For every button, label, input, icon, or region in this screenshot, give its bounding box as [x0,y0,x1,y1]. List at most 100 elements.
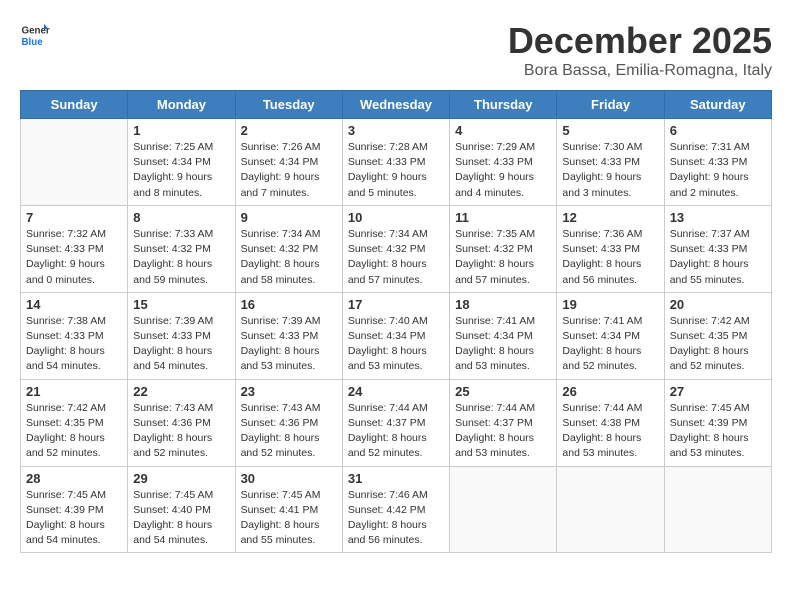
day-number: 1 [133,123,229,138]
calendar-week-row: 28 Sunrise: 7:45 AMSunset: 4:39 PMDayligh… [21,466,772,553]
calendar-cell: 19 Sunrise: 7:41 AMSunset: 4:34 PMDayligh… [557,292,664,379]
day-info: Sunrise: 7:30 AMSunset: 4:33 PMDaylight:… [562,140,658,201]
calendar-cell: 9 Sunrise: 7:34 AMSunset: 4:32 PMDaylight… [235,205,342,292]
calendar-cell [664,466,771,553]
day-info: Sunrise: 7:34 AMSunset: 4:32 PMDaylight:… [241,227,337,288]
day-info: Sunrise: 7:44 AMSunset: 4:38 PMDaylight:… [562,401,658,462]
calendar-header-row: SundayMondayTuesdayWednesdayThursdayFrid… [21,91,772,119]
subtitle: Bora Bassa, Emilia-Romagna, Italy [508,62,772,80]
calendar-cell: 8 Sunrise: 7:33 AMSunset: 4:32 PMDaylight… [128,205,235,292]
day-info: Sunrise: 7:45 AMSunset: 4:40 PMDaylight:… [133,488,229,549]
calendar-cell: 16 Sunrise: 7:39 AMSunset: 4:33 PMDayligh… [235,292,342,379]
day-info: Sunrise: 7:26 AMSunset: 4:34 PMDaylight:… [241,140,337,201]
day-info: Sunrise: 7:41 AMSunset: 4:34 PMDaylight:… [455,314,551,375]
calendar-cell: 15Sunrise: 7:39 AMSunset: 4:33 PMDayligh… [128,292,235,379]
day-number: 6 [670,123,766,138]
day-number: 25 [455,384,551,399]
day-number: 27 [670,384,766,399]
calendar-cell: 26Sunrise: 7:44 AMSunset: 4:38 PMDayligh… [557,379,664,466]
day-number: 23 [241,384,337,399]
day-number: 12 [562,210,658,225]
day-info: Sunrise: 7:42 AMSunset: 4:35 PMDaylight:… [670,314,766,375]
calendar-cell: 5Sunrise: 7:30 AMSunset: 4:33 PMDaylight… [557,119,664,206]
day-info: Sunrise: 7:43 AMSunset: 4:36 PMDaylight:… [133,401,229,462]
day-info: Sunrise: 7:33 AMSunset: 4:32 PMDaylight:… [133,227,229,288]
day-number: 14 [26,297,122,312]
day-info: Sunrise: 7:45 AMSunset: 4:41 PMDaylight:… [241,488,337,549]
calendar-day-header: Sunday [21,91,128,119]
day-info: Sunrise: 7:42 AMSunset: 4:35 PMDaylight:… [26,401,122,462]
calendar: SundayMondayTuesdayWednesdayThursdayFrid… [20,90,772,553]
calendar-cell: 29Sunrise: 7:45 AMSunset: 4:40 PMDayligh… [128,466,235,553]
day-number: 30 [241,471,337,486]
calendar-cell: 10Sunrise: 7:34 AMSunset: 4:32 PMDayligh… [342,205,449,292]
day-number: 16 [241,297,337,312]
header: General Blue December 2025 Bora Bassa, E… [20,20,772,80]
calendar-week-row: 21 Sunrise: 7:42 AMSunset: 4:35 PMDayligh… [21,379,772,466]
day-number: 28 [26,471,122,486]
calendar-cell: 23 Sunrise: 7:43 AMSunset: 4:36 PMDayligh… [235,379,342,466]
day-info: Sunrise: 7:36 AMSunset: 4:33 PMDaylight:… [562,227,658,288]
day-number: 24 [348,384,444,399]
calendar-cell: 22 Sunrise: 7:43 AMSunset: 4:36 PMDayligh… [128,379,235,466]
day-info: Sunrise: 7:32 AMSunset: 4:33 PMDaylight:… [26,227,122,288]
logo: General Blue [20,20,50,50]
calendar-cell: 2 Sunrise: 7:26 AMSunset: 4:34 PMDaylight… [235,119,342,206]
day-info: Sunrise: 7:43 AMSunset: 4:36 PMDaylight:… [241,401,337,462]
calendar-cell: 13 Sunrise: 7:37 AMSunset: 4:33 PMDayligh… [664,205,771,292]
day-number: 8 [133,210,229,225]
calendar-week-row: 14Sunrise: 7:38 AMSunset: 4:33 PMDayligh… [21,292,772,379]
day-info: Sunrise: 7:29 AMSunset: 4:33 PMDaylight:… [455,140,551,201]
calendar-day-header: Thursday [450,91,557,119]
calendar-cell [450,466,557,553]
title-section: December 2025 Bora Bassa, Emilia-Romagna… [508,20,772,80]
calendar-cell [557,466,664,553]
day-info: Sunrise: 7:44 AMSunset: 4:37 PMDaylight:… [348,401,444,462]
calendar-week-row: 7 Sunrise: 7:32 AMSunset: 4:33 PMDaylight… [21,205,772,292]
day-info: Sunrise: 7:45 AMSunset: 4:39 PMDaylight:… [670,401,766,462]
day-number: 17 [348,297,444,312]
calendar-cell: 20 Sunrise: 7:42 AMSunset: 4:35 PMDayligh… [664,292,771,379]
day-info: Sunrise: 7:28 AMSunset: 4:33 PMDaylight:… [348,140,444,201]
calendar-day-header: Friday [557,91,664,119]
day-number: 2 [241,123,337,138]
day-number: 4 [455,123,551,138]
day-number: 7 [26,210,122,225]
calendar-cell: 12 Sunrise: 7:36 AMSunset: 4:33 PMDayligh… [557,205,664,292]
day-number: 11 [455,210,551,225]
calendar-cell: 25Sunrise: 7:44 AMSunset: 4:37 PMDayligh… [450,379,557,466]
calendar-week-row: 1Sunrise: 7:25 AMSunset: 4:34 PMDaylight… [21,119,772,206]
calendar-cell: 1Sunrise: 7:25 AMSunset: 4:34 PMDaylight… [128,119,235,206]
day-number: 21 [26,384,122,399]
calendar-cell: 7 Sunrise: 7:32 AMSunset: 4:33 PMDaylight… [21,205,128,292]
calendar-day-header: Tuesday [235,91,342,119]
calendar-cell: 4 Sunrise: 7:29 AMSunset: 4:33 PMDaylight… [450,119,557,206]
day-info: Sunrise: 7:46 AMSunset: 4:42 PMDaylight:… [348,488,444,549]
day-info: Sunrise: 7:41 AMSunset: 4:34 PMDaylight:… [562,314,658,375]
calendar-cell: 17Sunrise: 7:40 AMSunset: 4:34 PMDayligh… [342,292,449,379]
calendar-cell: 27 Sunrise: 7:45 AMSunset: 4:39 PMDayligh… [664,379,771,466]
logo-icon: General Blue [20,20,50,50]
day-info: Sunrise: 7:37 AMSunset: 4:33 PMDaylight:… [670,227,766,288]
day-info: Sunrise: 7:34 AMSunset: 4:32 PMDaylight:… [348,227,444,288]
calendar-day-header: Saturday [664,91,771,119]
calendar-cell: 18Sunrise: 7:41 AMSunset: 4:34 PMDayligh… [450,292,557,379]
day-number: 3 [348,123,444,138]
day-number: 19 [562,297,658,312]
day-info: Sunrise: 7:39 AMSunset: 4:33 PMDaylight:… [241,314,337,375]
calendar-cell: 24 Sunrise: 7:44 AMSunset: 4:37 PMDayligh… [342,379,449,466]
calendar-cell [21,119,128,206]
calendar-day-header: Wednesday [342,91,449,119]
calendar-body: 1Sunrise: 7:25 AMSunset: 4:34 PMDaylight… [21,119,772,553]
day-info: Sunrise: 7:45 AMSunset: 4:39 PMDaylight:… [26,488,122,549]
day-number: 13 [670,210,766,225]
month-title: December 2025 [508,20,772,62]
calendar-cell: 14Sunrise: 7:38 AMSunset: 4:33 PMDayligh… [21,292,128,379]
day-number: 22 [133,384,229,399]
calendar-cell: 11Sunrise: 7:35 AMSunset: 4:32 PMDayligh… [450,205,557,292]
day-number: 20 [670,297,766,312]
calendar-day-header: Monday [128,91,235,119]
day-info: Sunrise: 7:39 AMSunset: 4:33 PMDaylight:… [133,314,229,375]
day-number: 9 [241,210,337,225]
day-info: Sunrise: 7:31 AMSunset: 4:33 PMDaylight:… [670,140,766,201]
